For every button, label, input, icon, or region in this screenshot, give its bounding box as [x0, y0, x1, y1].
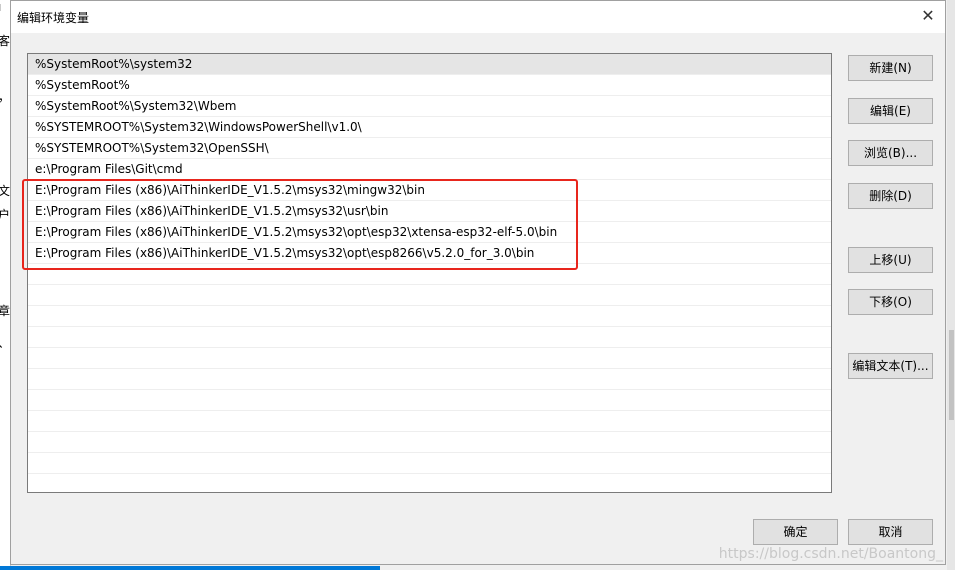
empty-list-item[interactable] — [28, 432, 831, 453]
close-icon[interactable]: ✕ — [913, 3, 943, 29]
background-text: ， — [0, 88, 10, 105]
background-text: 、 — [0, 334, 10, 351]
background-scrollbar-track — [947, 0, 955, 570]
path-list[interactable]: %SystemRoot%\system32 %SystemRoot% %Syst… — [27, 53, 832, 493]
empty-list-item[interactable] — [28, 453, 831, 474]
list-item[interactable]: %SystemRoot%\System32\Wbem — [28, 96, 831, 117]
cancel-button[interactable]: 取消 — [848, 519, 933, 545]
empty-list-item[interactable] — [28, 264, 831, 285]
ok-button[interactable]: 确定 — [753, 519, 838, 545]
edit-env-var-dialog: 编辑环境变量 ✕ %SystemRoot%\system32 %SystemRo… — [10, 0, 946, 565]
browse-button[interactable]: 浏览(B)... — [848, 140, 933, 166]
empty-list-item[interactable] — [28, 369, 831, 390]
empty-list-item[interactable] — [28, 348, 831, 369]
list-item[interactable]: E:\Program Files (x86)\AiThinkerIDE_V1.5… — [28, 243, 831, 264]
edit-button[interactable]: 编辑(E) — [848, 98, 933, 124]
list-item[interactable]: %SystemRoot%\system32 — [28, 54, 831, 75]
edit-text-button[interactable]: 编辑文本(T)... — [848, 353, 933, 379]
background-text: ı — [0, 0, 1, 14]
dialog-title: 编辑环境变量 — [17, 11, 90, 25]
background-text: 户 — [0, 208, 11, 222]
watermark: https://blog.csdn.net/Boantong_ — [718, 546, 943, 562]
move-down-button[interactable]: 下移(O) — [848, 289, 933, 315]
move-up-button[interactable]: 上移(U) — [848, 247, 933, 273]
background-scrollbar-thumb[interactable] — [949, 330, 954, 420]
list-item[interactable]: %SYSTEMROOT%\System32\WindowsPowerShell\… — [28, 117, 831, 138]
list-item[interactable]: e:\Program Files\Git\cmd — [28, 159, 831, 180]
list-item[interactable]: %SystemRoot% — [28, 75, 831, 96]
list-item[interactable]: %SYSTEMROOT%\System32\OpenSSH\ — [28, 138, 831, 159]
empty-list-item[interactable] — [28, 306, 831, 327]
empty-list-item[interactable] — [28, 474, 831, 492]
title-bar[interactable]: 编辑环境变量 ✕ — [11, 1, 945, 33]
empty-list-item[interactable] — [28, 390, 831, 411]
new-button[interactable]: 新建(N) — [848, 55, 933, 81]
list-item[interactable]: E:\Program Files (x86)\AiThinkerIDE_V1.5… — [28, 222, 831, 243]
delete-button[interactable]: 删除(D) — [848, 183, 933, 209]
list-item[interactable]: E:\Program Files (x86)\AiThinkerIDE_V1.5… — [28, 201, 831, 222]
empty-list-item[interactable] — [28, 327, 831, 348]
taskbar-strip — [0, 566, 380, 570]
empty-list-item[interactable] — [28, 285, 831, 306]
empty-list-item[interactable] — [28, 411, 831, 432]
background-text: 文 — [0, 184, 11, 198]
background-text: 章 — [0, 304, 11, 318]
list-item[interactable]: E:\Program Files (x86)\AiThinkerIDE_V1.5… — [28, 180, 831, 201]
background-text: 客 — [0, 34, 11, 48]
